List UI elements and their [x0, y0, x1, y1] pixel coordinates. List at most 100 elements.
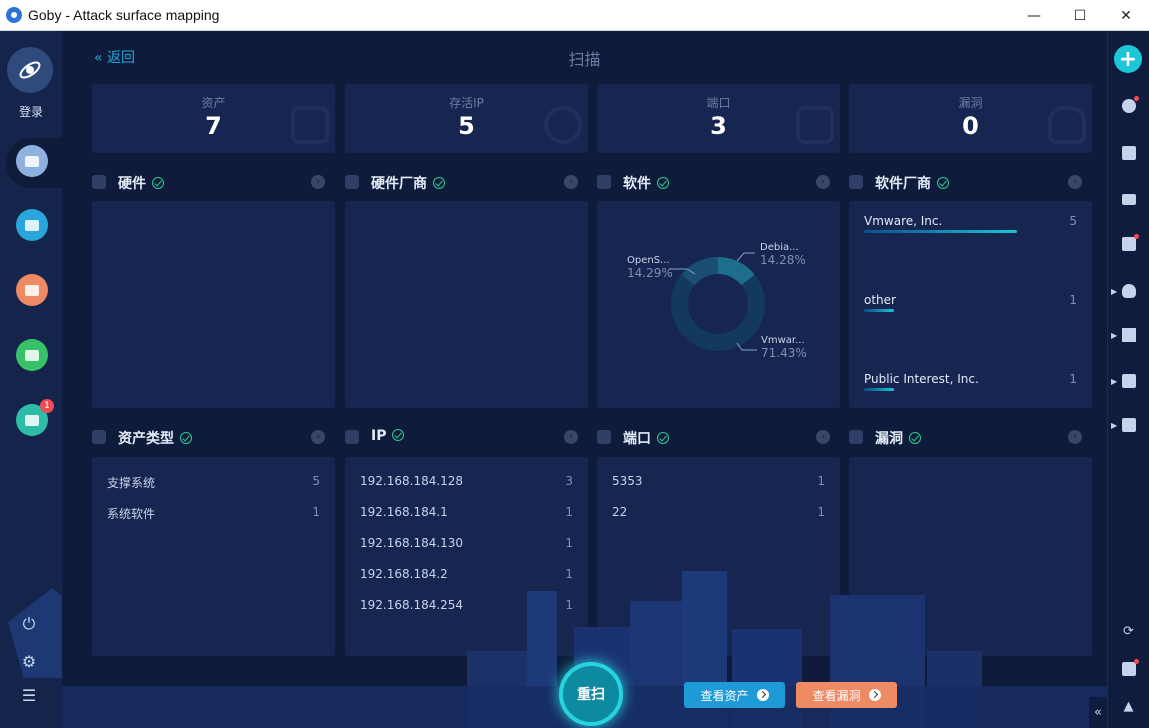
stat-card-alive-ip[interactable]: 存活IP 5	[345, 84, 588, 153]
check-icon	[937, 177, 949, 189]
history-icon[interactable]	[1120, 96, 1139, 114]
monitor-icon[interactable]	[1120, 191, 1137, 207]
bug-icon[interactable]	[1120, 283, 1137, 299]
new-scan-button[interactable]: +	[1114, 45, 1142, 73]
right-sidebar: + ▶ ▶ ▶ ▶ ⟳ ▲	[1107, 31, 1149, 728]
list-item[interactable]: 192.168.184.128 3	[360, 474, 573, 494]
left-sidebar: 登录 1 ⏻ ⚙ ☰	[0, 31, 96, 728]
row-key: 5353	[612, 474, 643, 488]
window-controls: — ☐ ✕	[1011, 0, 1149, 31]
more-button[interactable]: ›	[564, 430, 578, 444]
list-item[interactable]: 支撑系统 5	[107, 474, 320, 494]
stat-card-assets[interactable]: 资产 7	[92, 84, 335, 153]
list-item[interactable]: 192.168.184.1 1	[360, 505, 573, 525]
asset-list-icon	[25, 219, 39, 231]
nav-scan[interactable]	[16, 145, 48, 177]
bug-icon	[25, 284, 39, 296]
nav-assets[interactable]	[16, 209, 48, 241]
list-item[interactable]: 5353 1	[612, 474, 825, 494]
stat-card-ports[interactable]: 端口 3	[597, 84, 840, 153]
list-item[interactable]: other 1	[864, 293, 1077, 323]
nav-plugins[interactable]: 1	[16, 399, 54, 436]
notification-dot	[1134, 96, 1139, 101]
slice-percent: 14.29%	[627, 266, 673, 280]
warning-icon[interactable]: ▲	[1120, 698, 1137, 714]
panel-header-software: 软件 ›	[597, 172, 830, 194]
panel-title: 漏洞	[875, 431, 903, 447]
ip-icon[interactable]	[1120, 234, 1139, 252]
list-item[interactable]: 192.168.184.2 1	[360, 567, 573, 587]
software-donut-chart	[669, 252, 765, 351]
nav-report[interactable]	[16, 339, 48, 371]
close-button[interactable]: ✕	[1103, 0, 1149, 31]
stat-card-vulns[interactable]: 漏洞 0	[849, 84, 1092, 153]
gear-icon[interactable]: ⚙	[18, 651, 40, 673]
view-assets-button[interactable]: 查看资产	[684, 682, 785, 708]
main-content: « 返回 扫描 资产 7 存活IP 5 端口 3 漏洞 0 硬件 › 硬件厂商 …	[62, 31, 1107, 728]
vendor-count: 1	[1069, 372, 1077, 386]
panel-hardware	[92, 201, 335, 408]
row-key: 192.168.184.128	[360, 474, 464, 488]
check-icon	[657, 432, 669, 444]
maximize-button[interactable]: ☐	[1057, 0, 1103, 31]
nav-vulnerabilities[interactable]	[16, 274, 48, 306]
login-link[interactable]: 登录	[0, 103, 62, 120]
more-button[interactable]: ›	[1068, 175, 1082, 189]
more-button[interactable]: ›	[816, 175, 830, 189]
more-button[interactable]: ›	[311, 175, 325, 189]
minimize-button[interactable]: —	[1011, 0, 1057, 31]
panel-header-vuln: 漏洞 ›	[849, 427, 1082, 449]
donut-slice[interactable]	[671, 274, 765, 351]
panel-title: 资产类型	[118, 431, 174, 447]
port-icon	[597, 430, 611, 444]
slice-percent: 14.28%	[760, 253, 806, 267]
caret-right-icon: ▶	[1111, 287, 1118, 296]
more-button[interactable]: ›	[311, 430, 325, 444]
row-count: 1	[565, 505, 573, 519]
row-key: 192.168.184.254	[360, 598, 464, 612]
list-item[interactable]: Vmware, Inc. 5	[864, 214, 1077, 244]
notification-dot	[1134, 234, 1139, 239]
avatar[interactable]	[7, 47, 53, 93]
report-icon[interactable]	[1120, 659, 1139, 677]
row-count: 1	[312, 505, 320, 519]
collapse-panel-icon[interactable]: «	[1089, 697, 1107, 728]
chart-icon	[25, 349, 39, 361]
panel-asset-type: 支撑系统 5 系统软件 1	[92, 457, 335, 656]
power-icon[interactable]: ⏻	[18, 613, 40, 635]
list-item[interactable]: 22 1	[612, 505, 825, 525]
ip-icon	[544, 106, 582, 144]
menu-icon[interactable]: ☰	[18, 685, 40, 707]
bar-chart-icon[interactable]	[1120, 327, 1137, 343]
refresh-icon[interactable]: ⟳	[1120, 623, 1137, 639]
document-icon[interactable]	[1120, 145, 1137, 161]
vendor-bar	[864, 388, 894, 391]
caret-right-icon: ▶	[1111, 421, 1118, 430]
more-button[interactable]: ›	[564, 175, 578, 189]
vendor-bar	[864, 230, 1017, 233]
check-icon	[152, 177, 164, 189]
more-button[interactable]: ›	[816, 430, 830, 444]
list-item[interactable]: 系统软件 1	[107, 505, 320, 525]
plugin-settings-icon[interactable]	[1120, 417, 1137, 433]
vendor-bar	[864, 309, 894, 312]
hardware-icon	[92, 175, 106, 189]
row-key: 支撑系统	[107, 476, 156, 490]
button-label: 查看资产	[700, 688, 749, 703]
puzzle-icon[interactable]	[1120, 373, 1137, 389]
pie-label-vmware: Vmwar... 71.43%	[761, 334, 807, 360]
rescan-button[interactable]: 重扫	[559, 662, 623, 726]
arrow-right-icon	[756, 689, 769, 701]
panel-title: 端口	[623, 431, 651, 447]
list-item[interactable]: 192.168.184.130 1	[360, 536, 573, 556]
row-key: 192.168.184.2	[360, 567, 448, 581]
list-item[interactable]: Public Interest, Inc. 1	[864, 372, 1077, 402]
arrow-right-icon	[868, 689, 881, 701]
row-count: 1	[565, 598, 573, 612]
check-icon	[180, 432, 192, 444]
row-key: 192.168.184.130	[360, 536, 464, 550]
title-bar: Goby - Attack surface mapping — ☐ ✕	[0, 0, 1149, 31]
more-button[interactable]: ›	[1068, 430, 1082, 444]
view-vulns-button[interactable]: 查看漏洞	[796, 682, 897, 708]
caret-right-icon: ▶	[1111, 377, 1118, 386]
